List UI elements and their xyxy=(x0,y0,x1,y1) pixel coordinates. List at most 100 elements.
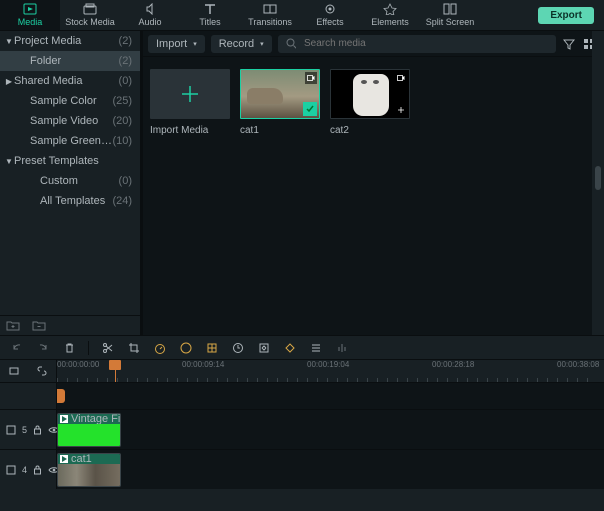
sidebar-item-sample-color[interactable]: Sample Color(25) xyxy=(0,91,140,111)
sidebar-item-label: Preset Templates xyxy=(14,155,132,167)
sidebar-item-label: All Templates xyxy=(40,195,112,207)
import-media-tile[interactable]: Import Media xyxy=(150,69,230,323)
track-toggle-icon[interactable] xyxy=(6,425,16,435)
ruler-mark: 00:00:00:00 xyxy=(57,360,99,369)
video-icon xyxy=(395,72,407,84)
tab-titles[interactable]: Titles xyxy=(180,0,240,30)
plus-icon xyxy=(180,84,200,104)
fit-icon[interactable] xyxy=(257,341,271,355)
play-icon xyxy=(60,455,68,463)
sidebar-item-label: Custom xyxy=(40,175,119,187)
add-icon[interactable] xyxy=(395,104,407,116)
clip-label: Vintage Film xyxy=(71,414,120,424)
tab-effects[interactable]: Effects xyxy=(300,0,360,30)
record-dropdown[interactable]: Record ▾ xyxy=(211,35,272,53)
tab-label: Elements xyxy=(371,17,409,27)
media-thumb-cat1[interactable]: cat1 xyxy=(240,69,320,323)
tab-elements[interactable]: Elements xyxy=(360,0,420,30)
sidebar-item-all-templates[interactable]: All Templates(24) xyxy=(0,191,140,211)
tab-stock-media[interactable]: Stock Media xyxy=(60,0,120,30)
sidebar-item-label: Shared Media xyxy=(14,75,119,87)
media-sidebar: ▼Project Media(2)Folder(2)▶Shared Media(… xyxy=(0,31,140,335)
sidebar-item-custom[interactable]: Custom(0) xyxy=(0,171,140,191)
import-dropdown[interactable]: Import ▾ xyxy=(148,35,205,53)
sidebar-item-sample-green-screen[interactable]: Sample Green Screen(10) xyxy=(0,131,140,151)
lock-icon[interactable] xyxy=(33,425,42,435)
color-icon[interactable] xyxy=(179,341,193,355)
split-icon xyxy=(443,3,457,15)
sidebar-item-count: (2) xyxy=(119,55,132,67)
thumb-label: Import Media xyxy=(150,119,230,136)
import-label: Import xyxy=(156,38,187,50)
tab-split-screen[interactable]: Split Screen xyxy=(420,0,480,30)
search-input[interactable] xyxy=(302,37,548,50)
splitter[interactable] xyxy=(140,31,143,335)
titles-icon xyxy=(203,3,217,15)
playhead[interactable] xyxy=(115,360,116,382)
clip-label: cat1 xyxy=(71,454,92,464)
sidebar-item-count: (10) xyxy=(112,135,132,147)
search-box[interactable] xyxy=(278,35,556,53)
sidebar-item-count: (2) xyxy=(119,35,132,47)
media-pane: Import ▾ Record ▾ Import Media cat1 cat2 xyxy=(140,31,604,335)
tab-label: Stock Media xyxy=(65,17,115,27)
lock-icon[interactable] xyxy=(33,465,42,475)
clip-vintage-film[interactable]: Vintage Film xyxy=(57,413,121,447)
delete-folder-icon[interactable] xyxy=(32,320,46,331)
ruler-handle-icon[interactable] xyxy=(8,365,20,377)
export-button[interactable]: Export xyxy=(538,7,594,24)
tab-label: Transitions xyxy=(248,17,292,27)
tab-label: Audio xyxy=(138,17,161,27)
tab-label: Media xyxy=(18,17,43,27)
trash-icon[interactable] xyxy=(62,341,76,355)
tab-audio[interactable]: Audio xyxy=(120,0,180,30)
audio-mix-icon[interactable] xyxy=(335,341,349,355)
sidebar-item-label: Folder xyxy=(30,55,119,67)
ruler-mark: 00:00:19:04 xyxy=(307,360,349,369)
track-options-icon[interactable] xyxy=(309,341,323,355)
play-icon xyxy=(60,415,68,423)
tab-media[interactable]: Media xyxy=(0,0,60,30)
tab-transitions[interactable]: Transitions xyxy=(240,0,300,30)
sidebar-item-label: Sample Color xyxy=(30,95,112,107)
marker[interactable] xyxy=(57,389,65,403)
ruler-mark: 00:00:28:18 xyxy=(432,360,474,369)
sidebar-scrollbar[interactable] xyxy=(592,31,604,335)
sidebar-item-preset-templates[interactable]: ▼Preset Templates xyxy=(0,151,140,171)
thumb-label: cat2 xyxy=(330,119,410,136)
ruler-mark: 00:00:09:14 xyxy=(182,360,224,369)
sidebar-item-shared-media[interactable]: ▶Shared Media(0) xyxy=(0,71,140,91)
new-folder-icon[interactable] xyxy=(6,320,20,331)
redo-icon[interactable] xyxy=(36,341,50,355)
sidebar-item-count: (20) xyxy=(112,115,132,127)
undo-icon[interactable] xyxy=(10,341,24,355)
crop-icon[interactable] xyxy=(127,341,141,355)
tab-label: Titles xyxy=(199,17,220,27)
sidebar-item-count: (0) xyxy=(119,175,132,187)
green-screen-icon[interactable] xyxy=(205,341,219,355)
filter-icon[interactable] xyxy=(562,37,576,51)
clip-cat1[interactable]: cat1 xyxy=(57,453,121,487)
link-icon[interactable] xyxy=(36,365,48,377)
record-label: Record xyxy=(219,38,254,50)
track-number: 5 xyxy=(22,425,27,435)
sidebar-item-project-media[interactable]: ▼Project Media(2) xyxy=(0,31,140,51)
sidebar-item-folder[interactable]: Folder(2) xyxy=(0,51,140,71)
keyframe-icon[interactable] xyxy=(283,341,297,355)
expand-icon: ▼ xyxy=(4,37,14,46)
media-icon xyxy=(23,3,37,15)
sidebar-item-count: (0) xyxy=(119,75,132,87)
tracks-area: 5Vintage Film4cat1 xyxy=(0,382,604,511)
duration-icon[interactable] xyxy=(231,341,245,355)
audio-icon xyxy=(143,3,157,15)
media-thumb-cat2[interactable]: cat2 xyxy=(330,69,410,323)
sidebar-item-label: Project Media xyxy=(14,35,119,47)
track-gap xyxy=(0,382,604,409)
sidebar-item-label: Sample Green Screen xyxy=(30,135,112,147)
track-toggle-icon[interactable] xyxy=(6,465,16,475)
split-icon[interactable] xyxy=(101,341,115,355)
ruler-area[interactable]: 00:00:00:00 00:00:09:14 00:00:19:04 00:00:2… xyxy=(57,360,604,382)
speed-icon[interactable] xyxy=(153,341,167,355)
sidebar-item-sample-video[interactable]: Sample Video(20) xyxy=(0,111,140,131)
search-icon xyxy=(286,38,296,49)
